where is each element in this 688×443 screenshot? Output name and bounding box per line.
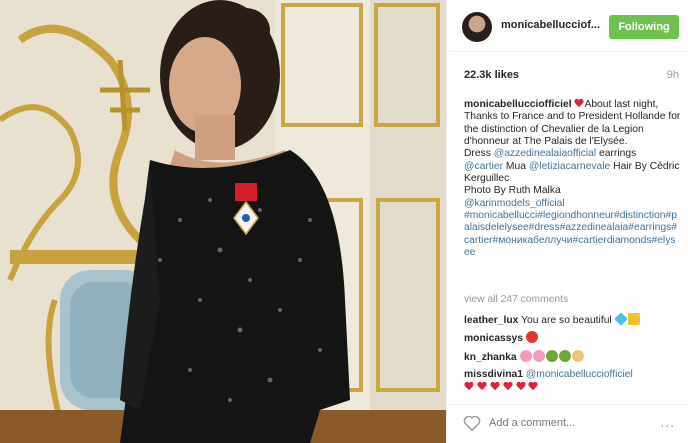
comment-item: leather_lux You are so beautiful (464, 312, 681, 326)
comment-mention[interactable]: @monicabelluccio​fficiel (526, 369, 633, 380)
red-heart-icon (477, 382, 487, 391)
view-all-comments-link[interactable]: view all 247 comments (464, 294, 568, 305)
caption-earrings-label: earrings (596, 148, 637, 160)
rose-icon (525, 331, 538, 343)
mention-letizia[interactable]: @letiziacarnevale (529, 161, 610, 172)
comment-footer: ... (447, 404, 688, 443)
red-heart-icon (516, 382, 526, 391)
comment-text: You are so beautiful (521, 315, 612, 326)
likes-row: 22.3k likes 9h (464, 69, 679, 81)
gem-icon (613, 312, 628, 326)
post-photo[interactable] (0, 0, 446, 443)
mention-karinmodels[interactable]: @karinmodels_official (464, 198, 565, 209)
caption-photo-credit: Photo By Ruth Malka (464, 185, 561, 197)
comment-item: monicassys (464, 331, 681, 344)
red-heart-icon (464, 382, 474, 391)
red-heart-icon (528, 382, 538, 391)
comment-username[interactable]: leather_lux (464, 315, 518, 326)
mention-azzedine[interactable]: @azzedinealaiaofficial (494, 148, 596, 159)
following-button[interactable]: Following (609, 15, 679, 39)
caption-username[interactable]: monicabelluccio​fficiel (464, 99, 572, 110)
red-heart-icon (503, 382, 513, 391)
username-link[interactable]: monicabellucciof... (501, 19, 600, 31)
red-heart-icon (490, 382, 500, 391)
avatar[interactable] (462, 12, 492, 42)
bouquet-icon (545, 350, 558, 362)
comment-username[interactable]: kn_zhanka (464, 352, 517, 363)
likes-count[interactable]: 22.3k likes (464, 69, 519, 81)
post-sidebar: monicabellucciof... Following 22.3k like… (446, 0, 688, 443)
caption: monicabelluccio​fficiel About last night… (464, 99, 681, 259)
post-time[interactable]: 9h (667, 69, 679, 81)
comment-item: missdivina1 @monicabelluccio​fficiel (464, 369, 681, 380)
comment-username[interactable]: missdivina1 (464, 369, 523, 380)
mention-cartier[interactable]: @cartier (464, 161, 503, 172)
bouquet-icon (558, 350, 571, 362)
photo-illustration (0, 0, 446, 443)
blossom-icon (519, 350, 532, 362)
like-heart-icon[interactable] (463, 415, 481, 431)
caption-hashtags[interactable]: #monicabellucci#legiondhonneur#distincti… (464, 210, 677, 258)
red-heart-icon (574, 99, 584, 108)
blossom-icon (532, 350, 545, 362)
comment-item: kn_zhanka (464, 350, 681, 363)
moneybag-icon (627, 313, 640, 325)
more-options-icon[interactable]: ... (660, 414, 675, 430)
comment-username[interactable]: monicassys (464, 333, 523, 344)
thumbs-up-icon (571, 350, 584, 362)
add-comment-input[interactable] (489, 417, 639, 429)
comment-hearts (464, 382, 681, 393)
caption-dress-label: Dress (464, 148, 494, 160)
caption-mua-label: Mua (503, 160, 529, 172)
post-header: monicabellucciof... Following (447, 0, 688, 52)
